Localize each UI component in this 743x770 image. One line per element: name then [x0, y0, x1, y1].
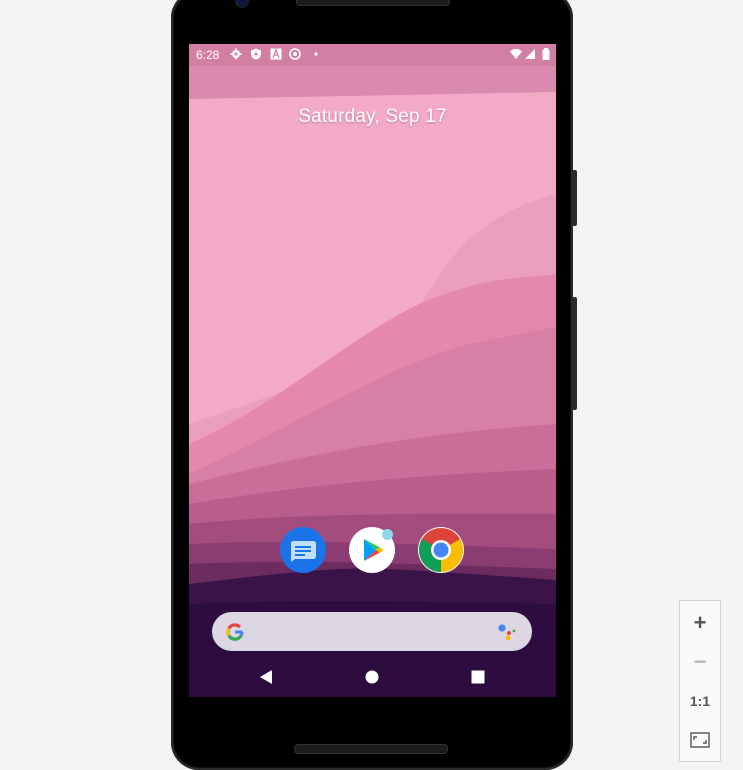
signal-icon	[525, 49, 535, 59]
assistant-icon[interactable]	[496, 622, 518, 642]
navigation-bar	[189, 656, 556, 697]
gear-icon	[230, 48, 242, 60]
bottom-speaker	[294, 744, 448, 754]
battery-icon	[542, 48, 550, 60]
google-search-bar[interactable]	[212, 612, 532, 651]
font-icon	[270, 48, 282, 60]
zoom-in-button[interactable]: +	[680, 604, 720, 642]
status-time: 6:28	[196, 48, 220, 62]
status-bar: 6:28	[189, 44, 556, 66]
date-widget[interactable]: Saturday, Sep 17	[189, 106, 556, 128]
shield-icon	[251, 48, 261, 60]
earpiece	[296, 0, 450, 6]
power-button[interactable]	[572, 170, 577, 226]
zoom-controls: + − 1:1	[679, 600, 721, 762]
messages-app[interactable]	[280, 527, 326, 573]
recents-icon[interactable]	[467, 666, 489, 688]
notification-dot	[382, 529, 393, 540]
small-dot	[314, 52, 318, 56]
back-icon[interactable]	[255, 666, 277, 688]
fit-screen-icon	[690, 732, 710, 748]
messages-icon	[291, 541, 316, 562]
wifi-icon	[510, 48, 522, 59]
chrome-icon	[418, 528, 464, 573]
zoom-out-button[interactable]: −	[680, 643, 720, 681]
volume-button[interactable]	[572, 297, 577, 410]
google-g-icon	[226, 623, 244, 641]
home-icon[interactable]	[361, 666, 383, 688]
wallpaper	[189, 44, 556, 697]
chrome-app[interactable]	[418, 527, 464, 573]
actual-size-button[interactable]: 1:1	[680, 682, 720, 720]
vpn-icon	[289, 48, 301, 60]
device-screen[interactable]: 6:28 Saturday, Sep 17	[189, 44, 556, 697]
fit-screen-button[interactable]	[680, 721, 720, 759]
